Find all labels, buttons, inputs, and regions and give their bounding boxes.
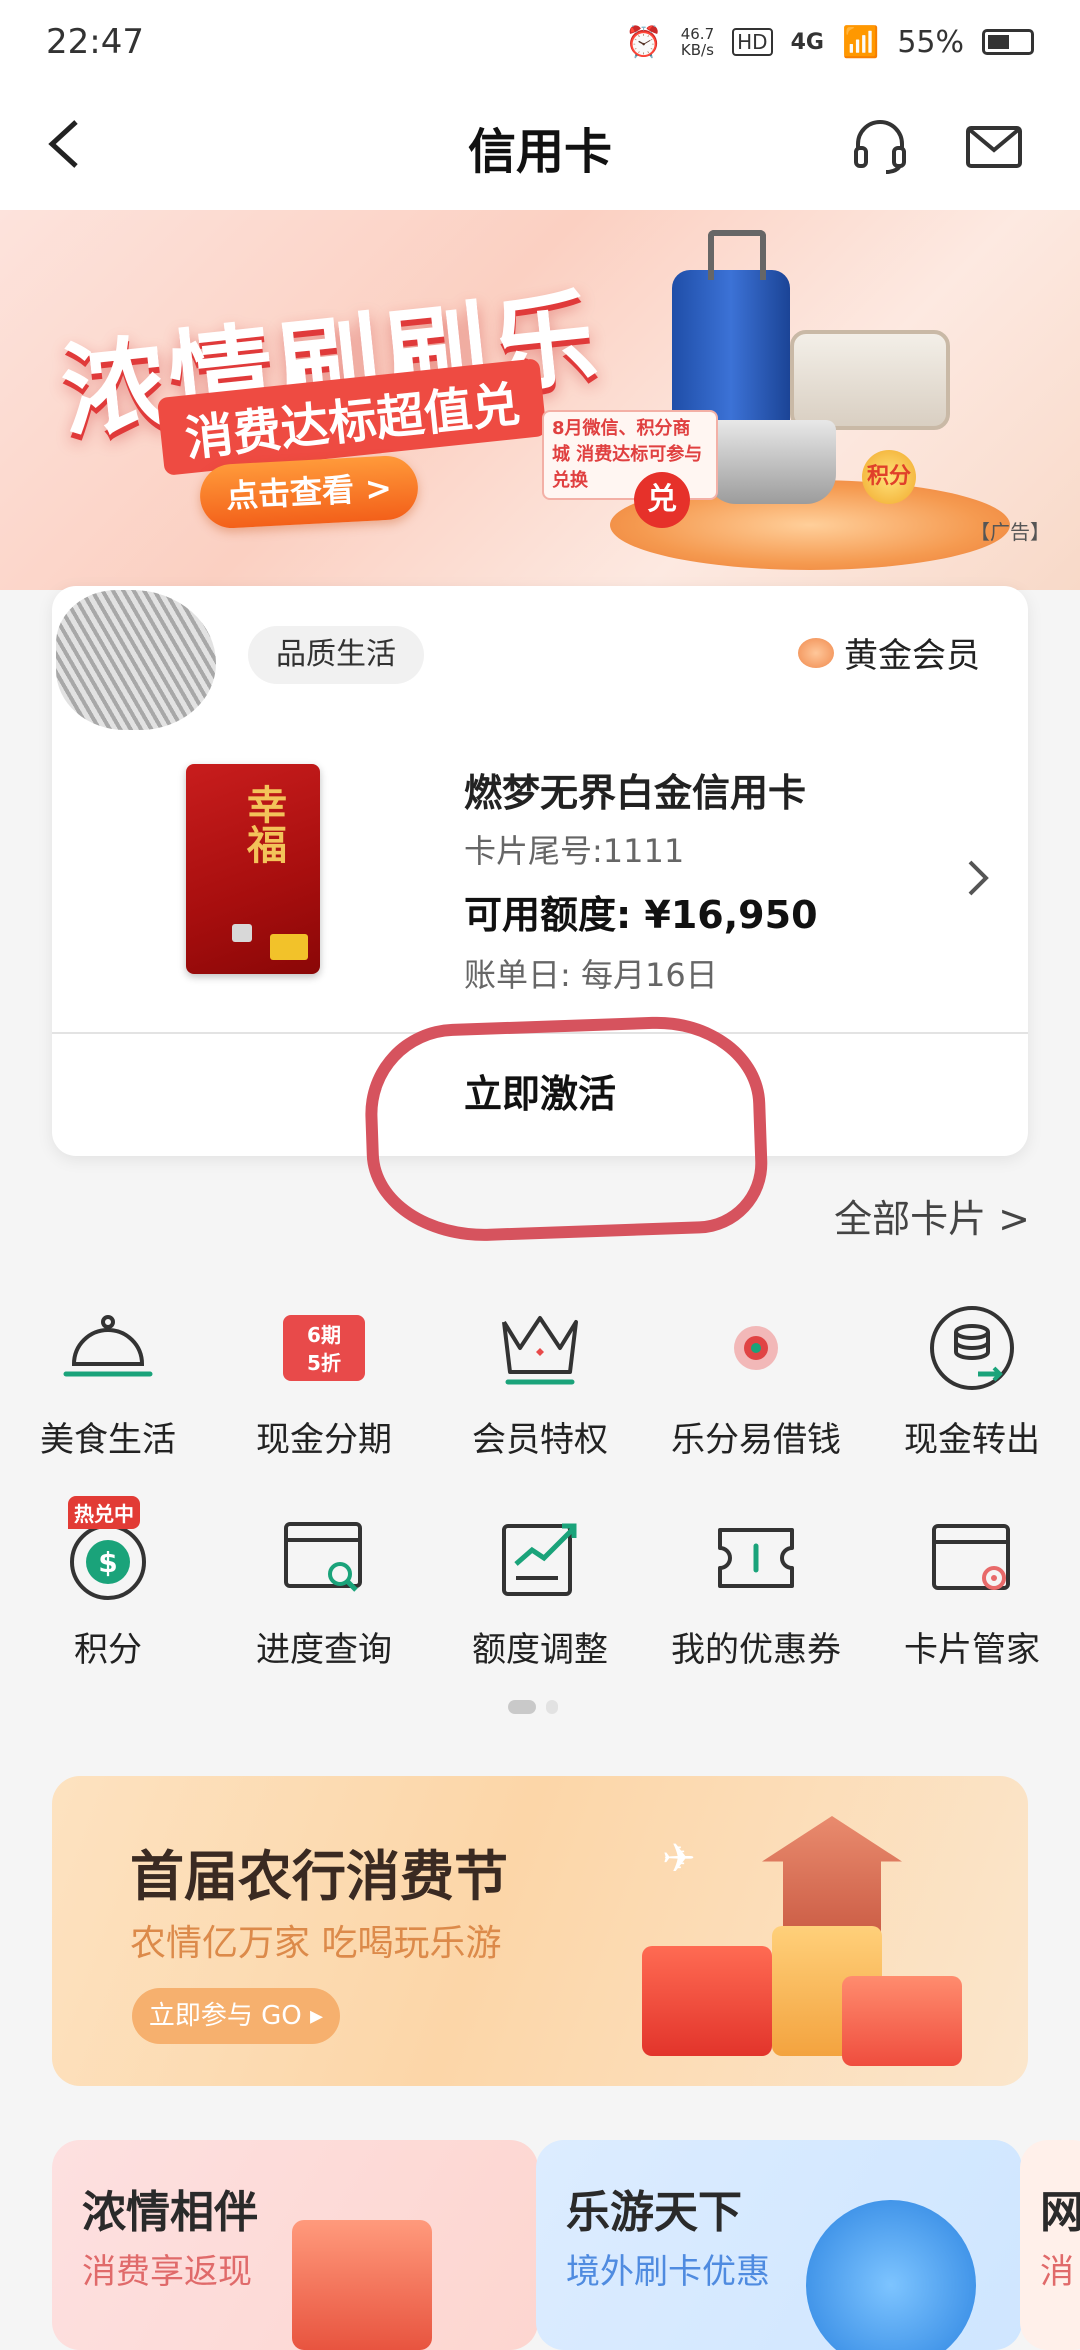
card-name: 燃梦无界白金信用卡 xyxy=(464,771,807,815)
globe-image xyxy=(806,2200,976,2350)
menu-item-dining[interactable]: 美食生活 xyxy=(0,1300,216,1461)
quality-life-tag[interactable]: 品质生活 xyxy=(248,626,424,684)
card-tail-number: 卡片尾号:1111 xyxy=(464,832,685,870)
net-speed: 46.7 KB/s xyxy=(680,25,715,59)
cash-transfer-icon xyxy=(924,1300,1020,1396)
card-detail-button[interactable] xyxy=(962,856,992,911)
battery-icon xyxy=(982,29,1034,55)
nav-bar: 信用卡 xyxy=(0,84,1080,210)
exchange-badge: 兑 xyxy=(634,472,690,528)
progress-search-icon xyxy=(276,1510,372,1606)
hd-icon: HD xyxy=(732,28,773,56)
festival-subtitle: 农情亿万家 吃喝玩乐游 xyxy=(130,1923,502,1964)
available-limit: 可用额度: ¥16,950 xyxy=(464,893,818,937)
page-title: 信用卡 xyxy=(467,124,612,180)
menu-item-installment[interactable]: 6期 5折 现金分期 xyxy=(216,1300,432,1461)
all-cards-link[interactable]: 全部卡片 > xyxy=(834,1188,1030,1243)
coupon-icon xyxy=(708,1510,804,1606)
message-button[interactable] xyxy=(964,116,1024,176)
banner-view-button[interactable]: 点击查看 > xyxy=(198,454,420,530)
join-now-button[interactable]: 立即参与 GO ▸ xyxy=(132,1988,340,2044)
loan-icon xyxy=(708,1300,804,1396)
airplane-icon: ✈ xyxy=(662,1836,696,1882)
customer-service-button[interactable] xyxy=(850,116,910,176)
promo-banner[interactable]: 浓情刷刷乐 消费达标超值兑 点击查看 > 8月微信、积分商城 消费达标可参与兑换… xyxy=(0,210,1080,590)
page-dot xyxy=(546,1700,558,1714)
menu-item-cash-transfer[interactable]: 现金转出 xyxy=(864,1300,1080,1461)
page-dot-active xyxy=(508,1700,536,1714)
gift-image xyxy=(842,1976,962,2066)
crown-icon xyxy=(492,1300,588,1396)
menu-item-card-manager[interactable]: 卡片管家 xyxy=(864,1510,1080,1671)
card-chip xyxy=(232,924,252,942)
member-label: 黄金会员 xyxy=(844,636,980,676)
back-button[interactable] xyxy=(40,114,100,180)
member-level[interactable]: 黄金会员 xyxy=(798,628,980,677)
dining-bell-icon xyxy=(60,1300,156,1396)
installment-icon: 6期 5折 xyxy=(276,1300,372,1396)
menu-item-progress[interactable]: 进度查询 xyxy=(216,1510,432,1671)
status-icons: ⏰ 46.7 KB/s HD 4G 📶 55% xyxy=(625,25,1034,60)
status-time: 22:47 xyxy=(46,22,144,62)
festival-title: 首届农行消费节 xyxy=(130,1845,508,1908)
gift-box-image xyxy=(292,2220,432,2350)
promo-card-companion[interactable]: 浓情相伴 消费享返现 xyxy=(52,2140,538,2350)
card-art-text: 幸福 xyxy=(240,784,287,864)
svg-text:$: $ xyxy=(98,1546,117,1579)
menu-item-points[interactable]: $ 热兑中 积分 xyxy=(0,1496,216,1671)
pot-image xyxy=(706,420,836,504)
page-indicator xyxy=(508,1700,558,1714)
network-icon: 4G xyxy=(790,29,824,55)
grill-image xyxy=(790,330,950,430)
menu-item-member-privilege[interactable]: 会员特权 xyxy=(432,1300,648,1461)
menu-item-coupon[interactable]: 我的优惠券 xyxy=(648,1510,864,1671)
avatar xyxy=(56,590,216,730)
card-manager-icon xyxy=(924,1510,1020,1606)
billing-day: 账单日: 每月16日 xyxy=(464,956,718,994)
menu-item-limit-adjust[interactable]: 额度调整 xyxy=(432,1510,648,1671)
annotation-circle xyxy=(362,1013,770,1245)
points-icon: $ 热兑中 xyxy=(60,1496,156,1606)
wifi-icon: 📶 xyxy=(841,24,880,60)
chevron-right-icon xyxy=(968,860,989,896)
headset-icon xyxy=(854,120,906,174)
consumption-festival-banner[interactable]: 首届农行消费节 农情亿万家 吃喝玩乐游 立即参与 GO ▸ ✈ xyxy=(52,1776,1028,2086)
menu-item-loan[interactable]: 乐分易借钱 xyxy=(648,1300,864,1461)
battery-percent: 55% xyxy=(897,24,964,60)
banner-note: 8月微信、积分商城 消费达标可参与兑换 xyxy=(542,410,718,500)
status-bar: 22:47 ⏰ 46.7 KB/s HD 4G 📶 55% xyxy=(0,0,1080,84)
limit-adjust-icon xyxy=(492,1510,588,1606)
gift-image xyxy=(642,1946,772,2056)
mail-icon xyxy=(966,126,1022,168)
credit-card-image[interactable]: 幸福 xyxy=(186,764,320,974)
hot-badge: 热兑中 xyxy=(68,1496,140,1529)
points-coin: 积分 xyxy=(862,450,916,504)
ad-label: 【广告】 xyxy=(970,520,1050,544)
chevron-left-icon xyxy=(48,120,78,168)
piggy-icon xyxy=(798,637,834,668)
alarm-icon: ⏰ xyxy=(625,24,663,60)
promo-card-travel[interactable]: 乐游天下 境外刷卡优惠 xyxy=(536,2140,1022,2350)
promo-card-partial[interactable]: 网 消 xyxy=(1020,2140,1080,2350)
unionpay-logo xyxy=(270,934,308,960)
